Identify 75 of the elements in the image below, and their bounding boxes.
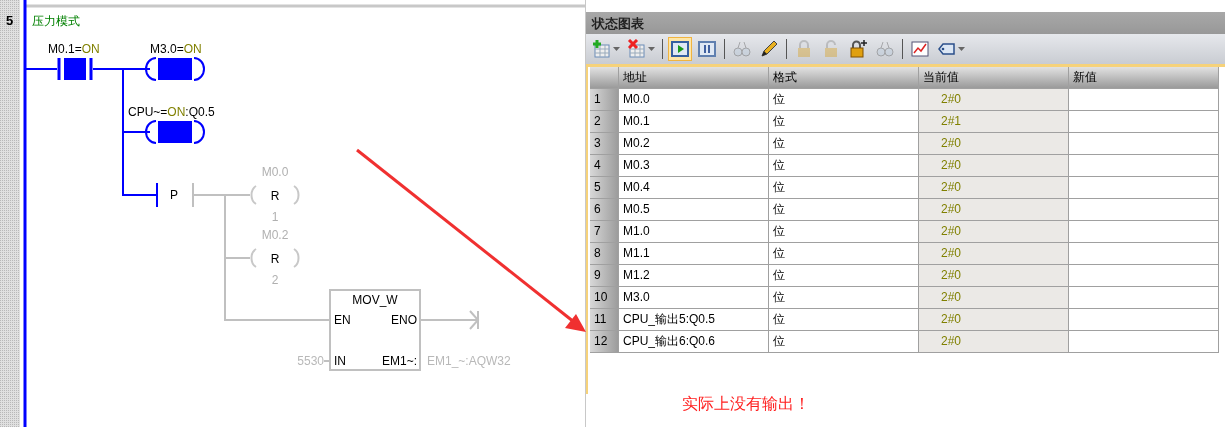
glasses-icon <box>732 39 752 59</box>
box-title: MOV_W <box>352 293 398 307</box>
pause-icon <box>697 39 717 59</box>
table-cell: CPU_输出6:Q0.6 <box>619 331 769 353</box>
table-cell: M1.2 <box>619 265 769 287</box>
output-arrow <box>420 310 480 330</box>
header-corner <box>590 67 619 89</box>
network-comment: 压力模式 <box>32 14 80 28</box>
table-cell: M0.1 <box>619 111 769 133</box>
table-cell: 2#0 <box>919 133 1069 155</box>
table-cell: M0.4 <box>619 177 769 199</box>
toolbar-button[interactable] <box>625 37 657 61</box>
coil-letter: R <box>270 252 280 266</box>
row-number: 5 <box>590 177 619 199</box>
pin-label: EM1~: <box>382 354 417 368</box>
table-cell: 2#0 <box>919 199 1069 221</box>
row-number: 6 <box>590 199 619 221</box>
table-cell: 2#0 <box>919 331 1069 353</box>
column-header: 当前值 <box>919 67 1069 89</box>
add-row-icon <box>592 39 612 59</box>
table-cell: 2#0 <box>919 309 1069 331</box>
table-cell: M1.1 <box>619 243 769 265</box>
table-cell: 2#0 <box>919 221 1069 243</box>
lock-plus-icon <box>848 39 868 59</box>
panel-title: 状态图表 <box>586 12 1225 34</box>
coil-count: 1 <box>271 210 279 224</box>
coil-label: CPU~=ON:Q0.5 <box>128 105 215 119</box>
annotation-text: 实际上没有输出！ <box>682 394 811 414</box>
coil-address: M0.0 <box>261 165 289 179</box>
table-cell: 2#0 <box>919 287 1069 309</box>
row-number: 11 <box>590 309 619 331</box>
edge-letter: P <box>170 188 178 202</box>
glasses-icon <box>875 39 895 59</box>
row-number: 1 <box>590 89 619 111</box>
table-cell: 2#0 <box>919 243 1069 265</box>
table-cell: M0.0 <box>619 89 769 111</box>
play-icon <box>670 39 690 59</box>
table-cell: 2#0 <box>919 155 1069 177</box>
table-cell: CPU_输出5:Q0.5 <box>619 309 769 331</box>
chart-icon <box>910 39 930 59</box>
toolbar-button[interactable] <box>668 37 692 61</box>
output-value: EM1_~:AQW32 <box>427 354 511 368</box>
pencil-icon <box>759 39 779 59</box>
row-number: 4 <box>590 155 619 177</box>
table-cell: 2#1 <box>919 111 1069 133</box>
pin-label: IN <box>334 354 346 368</box>
ladder-wire <box>323 360 331 362</box>
row-number: 3 <box>590 133 619 155</box>
table-cell: M3.0 <box>619 287 769 309</box>
pin-label: EN <box>334 313 351 327</box>
table-cell: 2#0 <box>919 89 1069 111</box>
column-header: 新值 <box>1069 67 1219 89</box>
row-number: 12 <box>590 331 619 353</box>
table-cell: M1.0 <box>619 221 769 243</box>
table-cell: 2#0 <box>919 177 1069 199</box>
table-cell: M0.3 <box>619 155 769 177</box>
delete-row-icon <box>627 39 647 59</box>
row-number: 10 <box>590 287 619 309</box>
table-cell: M0.2 <box>619 133 769 155</box>
table-cell: M0.5 <box>619 199 769 221</box>
row-number: 7 <box>590 221 619 243</box>
coil-address: M0.2 <box>261 228 289 242</box>
column-header: 地址 <box>619 67 769 89</box>
input-value: 5530 <box>297 354 324 368</box>
contact-label: M0.1=ON <box>48 42 100 56</box>
coil-label: M3.0=ON <box>150 42 202 56</box>
column-header: 格式 <box>769 67 919 89</box>
row-number: 8 <box>590 243 619 265</box>
coil-count: 2 <box>271 273 279 287</box>
table-cell: 2#0 <box>919 265 1069 287</box>
pin-label: ENO <box>391 313 417 327</box>
row-number: 9 <box>590 265 619 287</box>
network-number: 5 <box>6 13 14 28</box>
row-number: 2 <box>590 111 619 133</box>
coil-letter: R <box>270 189 280 203</box>
